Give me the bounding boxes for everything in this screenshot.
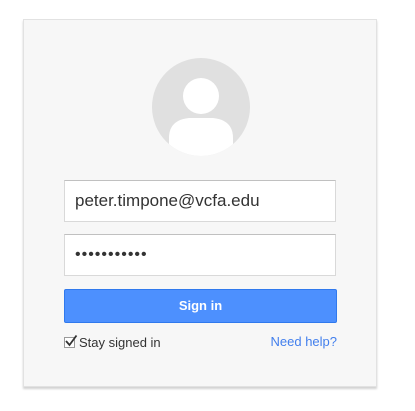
login-card: ••••••••••• Sign in Stay signed in Need … bbox=[23, 19, 377, 387]
profile-avatar-icon bbox=[152, 58, 250, 156]
password-field[interactable]: ••••••••••• bbox=[64, 234, 336, 276]
stay-signed-in-option[interactable]: Stay signed in bbox=[64, 334, 161, 350]
stay-signed-in-label: Stay signed in bbox=[79, 334, 161, 350]
sign-in-button[interactable]: Sign in bbox=[64, 289, 337, 323]
email-field[interactable] bbox=[64, 180, 336, 222]
checkmark-icon bbox=[65, 334, 78, 346]
stay-signed-in-checkbox[interactable] bbox=[64, 334, 78, 348]
need-help-link[interactable]: Need help? bbox=[271, 334, 338, 350]
